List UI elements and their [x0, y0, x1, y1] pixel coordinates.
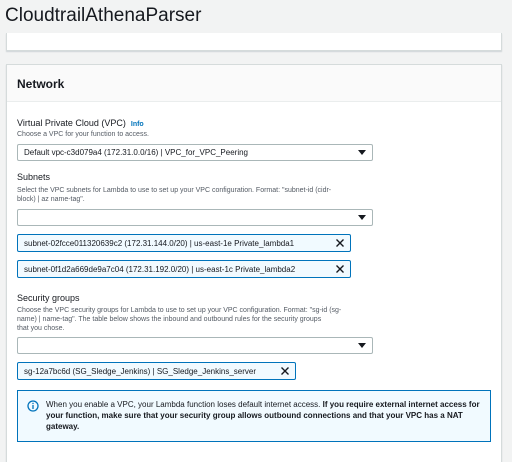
subnets-select[interactable] [17, 209, 373, 226]
page-title: CloudtrailAthenaParser [5, 5, 202, 26]
network-section-title: Network [17, 77, 65, 91]
vpc-label-text: Virtual Private Cloud (VPC) [17, 118, 126, 128]
vpc-select[interactable]: Default vpc-c3d079a4 (172.31.0.0/16) | V… [17, 144, 373, 161]
vpc-description: Choose a VPC for your function to access… [17, 131, 149, 138]
vpc-select-value: Default vpc-c3d079a4 (172.31.0.0/16) | V… [24, 148, 248, 157]
caret-down-icon [358, 343, 366, 348]
caret-down-icon [358, 215, 366, 220]
security-groups-select[interactable] [17, 337, 373, 354]
vpc-info-link[interactable]: Info [131, 121, 144, 128]
internet-access-alert: When you enable a VPC, your Lambda funct… [17, 390, 491, 442]
info-circle-icon [27, 400, 39, 412]
security-groups-description-line1: Choose the VPC security groups for Lambd… [17, 307, 342, 314]
alert-message-plain: When you enable a VPC, your Lambda funct… [46, 400, 321, 409]
security-group-token: sg-12a7bc6d (SG_Sledge_Jenkins) | SG_Sle… [17, 362, 296, 380]
network-section: Network Virtual Private Cloud (VPC) Info … [6, 64, 502, 462]
subnets-description-line1: Select the VPC subnets for Lambda to use… [17, 187, 332, 194]
close-icon[interactable] [335, 264, 345, 274]
subnets-label: Subnets [17, 172, 51, 182]
caret-down-icon [358, 150, 366, 155]
security-group-token-label: sg-12a7bc6d (SG_Sledge_Jenkins) | SG_Sle… [24, 367, 256, 376]
security-groups-description-line2: name) | name-tag". The table below shows… [17, 316, 322, 323]
subnet-token-label: subnet-0f1d2a669de9a7c04 (172.31.192.0/2… [24, 265, 296, 274]
close-icon[interactable] [280, 366, 290, 376]
subnet-token: subnet-0f1d2a669de9a7c04 (172.31.192.0/2… [17, 260, 351, 278]
subnet-token: subnet-02fcce011320639c2 (172.31.144.0/2… [17, 234, 351, 252]
security-groups-label: Security groups [17, 293, 80, 303]
network-section-header: Network [7, 65, 501, 102]
subnet-token-label: subnet-02fcce011320639c2 (172.31.144.0/2… [24, 239, 295, 248]
alert-message: When you enable a VPC, your Lambda funct… [46, 399, 482, 432]
previous-section-panel [6, 33, 502, 51]
vpc-label: Virtual Private Cloud (VPC) Info [17, 118, 144, 130]
security-groups-description-line3: that you chose. [17, 325, 65, 332]
close-icon[interactable] [335, 238, 345, 248]
subnets-description-line2: block) | az name-tag". [17, 196, 85, 203]
